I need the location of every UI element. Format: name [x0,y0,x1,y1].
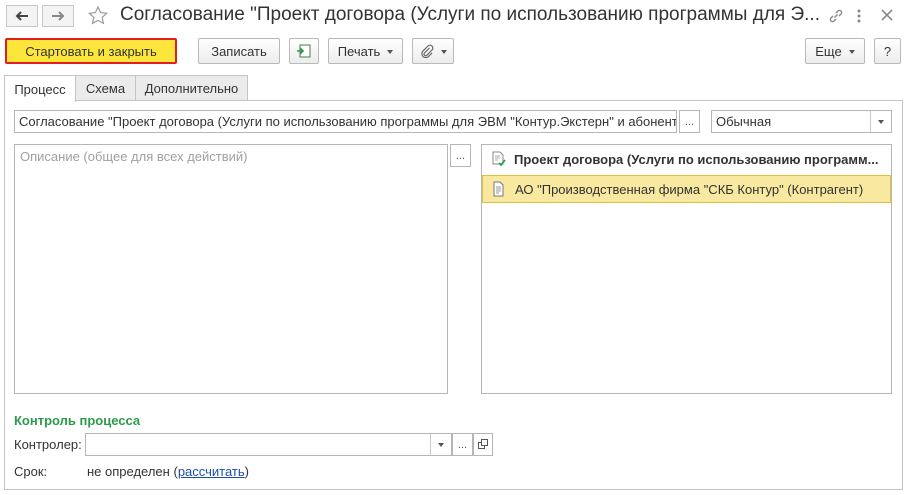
description-placeholder: Описание (общее для всех действий) [20,149,248,164]
importance-dropdown-button[interactable] [870,111,890,132]
chevron-down-icon [387,49,394,54]
subject-value: Согласование "Проект договора (Услуги по… [19,114,677,129]
tree-item-label: АО "Производственная фирма "СКБ Контур" … [515,181,864,197]
tab-additional[interactable]: Дополнительно [135,75,248,101]
participants-tree[interactable]: Проект договора (Услуги по использованию… [481,144,892,394]
link-icon[interactable] [828,8,844,24]
chevron-down-icon [440,49,447,54]
controller-open-button[interactable] [473,433,493,456]
description-edit-button[interactable]: ... [450,144,471,167]
forward-button[interactable] [42,5,74,27]
importance-value: Обычная [716,114,772,129]
document-check-icon [492,151,506,167]
controller-label: Контролер: [14,437,82,452]
close-paren: ) [244,464,249,479]
tab-process[interactable]: Процесс [4,75,76,102]
importance-select[interactable]: Обычная [711,110,892,133]
more-actions-button[interactable]: Еще [805,38,865,64]
paperclip-icon [420,44,433,58]
tab-scheme[interactable]: Схема [75,75,136,101]
section-title: Контроль процесса [14,413,141,428]
tree-root-label: Проект договора (Услуги по использованию… [514,151,879,167]
subject-field[interactable]: Согласование "Проект договора (Услуги по… [14,110,677,133]
deadline-label: Срок: [14,464,48,479]
open-window-icon [477,439,488,449]
favorite-star-icon[interactable] [88,6,108,25]
chevron-down-icon [848,49,855,54]
tree-item-row[interactable]: АО "Производственная фирма "СКБ Контур" … [482,175,891,203]
controller-field[interactable] [85,433,452,456]
print-label: Печать [337,43,381,59]
calculate-link[interactable]: рассчитать [178,464,245,479]
chevron-down-icon [877,120,884,124]
tree-root-row[interactable]: Проект договора (Услуги по использованию… [482,146,891,172]
close-icon[interactable] [880,8,894,22]
forward-arrow-icon [52,11,65,21]
controller-select-button[interactable]: ... [452,433,473,456]
chevron-down-icon [437,443,444,447]
back-arrow-icon [15,11,28,21]
description-textarea[interactable]: Описание (общее для всех действий) [14,144,448,394]
help-button[interactable]: ? [874,38,901,64]
structure-icon [297,44,311,58]
structure-button[interactable] [289,38,319,64]
attachments-button[interactable] [412,38,454,64]
save-button[interactable]: Записать [198,38,280,64]
deadline-value: не определен [87,464,170,479]
more-icon[interactable] [856,8,862,24]
document-icon [493,181,504,197]
window-title: Согласование "Проект договора (Услуги по… [120,4,820,25]
back-button[interactable] [6,5,38,27]
subject-select-button[interactable]: ... [679,110,700,133]
print-button[interactable]: Печать [328,38,403,64]
start-and-close-button[interactable]: Стартовать и закрыть [5,38,177,64]
more-label: Еще [815,43,842,59]
deadline-value-line: не определен (рассчитать) [87,464,249,479]
controller-dropdown-button[interactable] [430,434,450,455]
